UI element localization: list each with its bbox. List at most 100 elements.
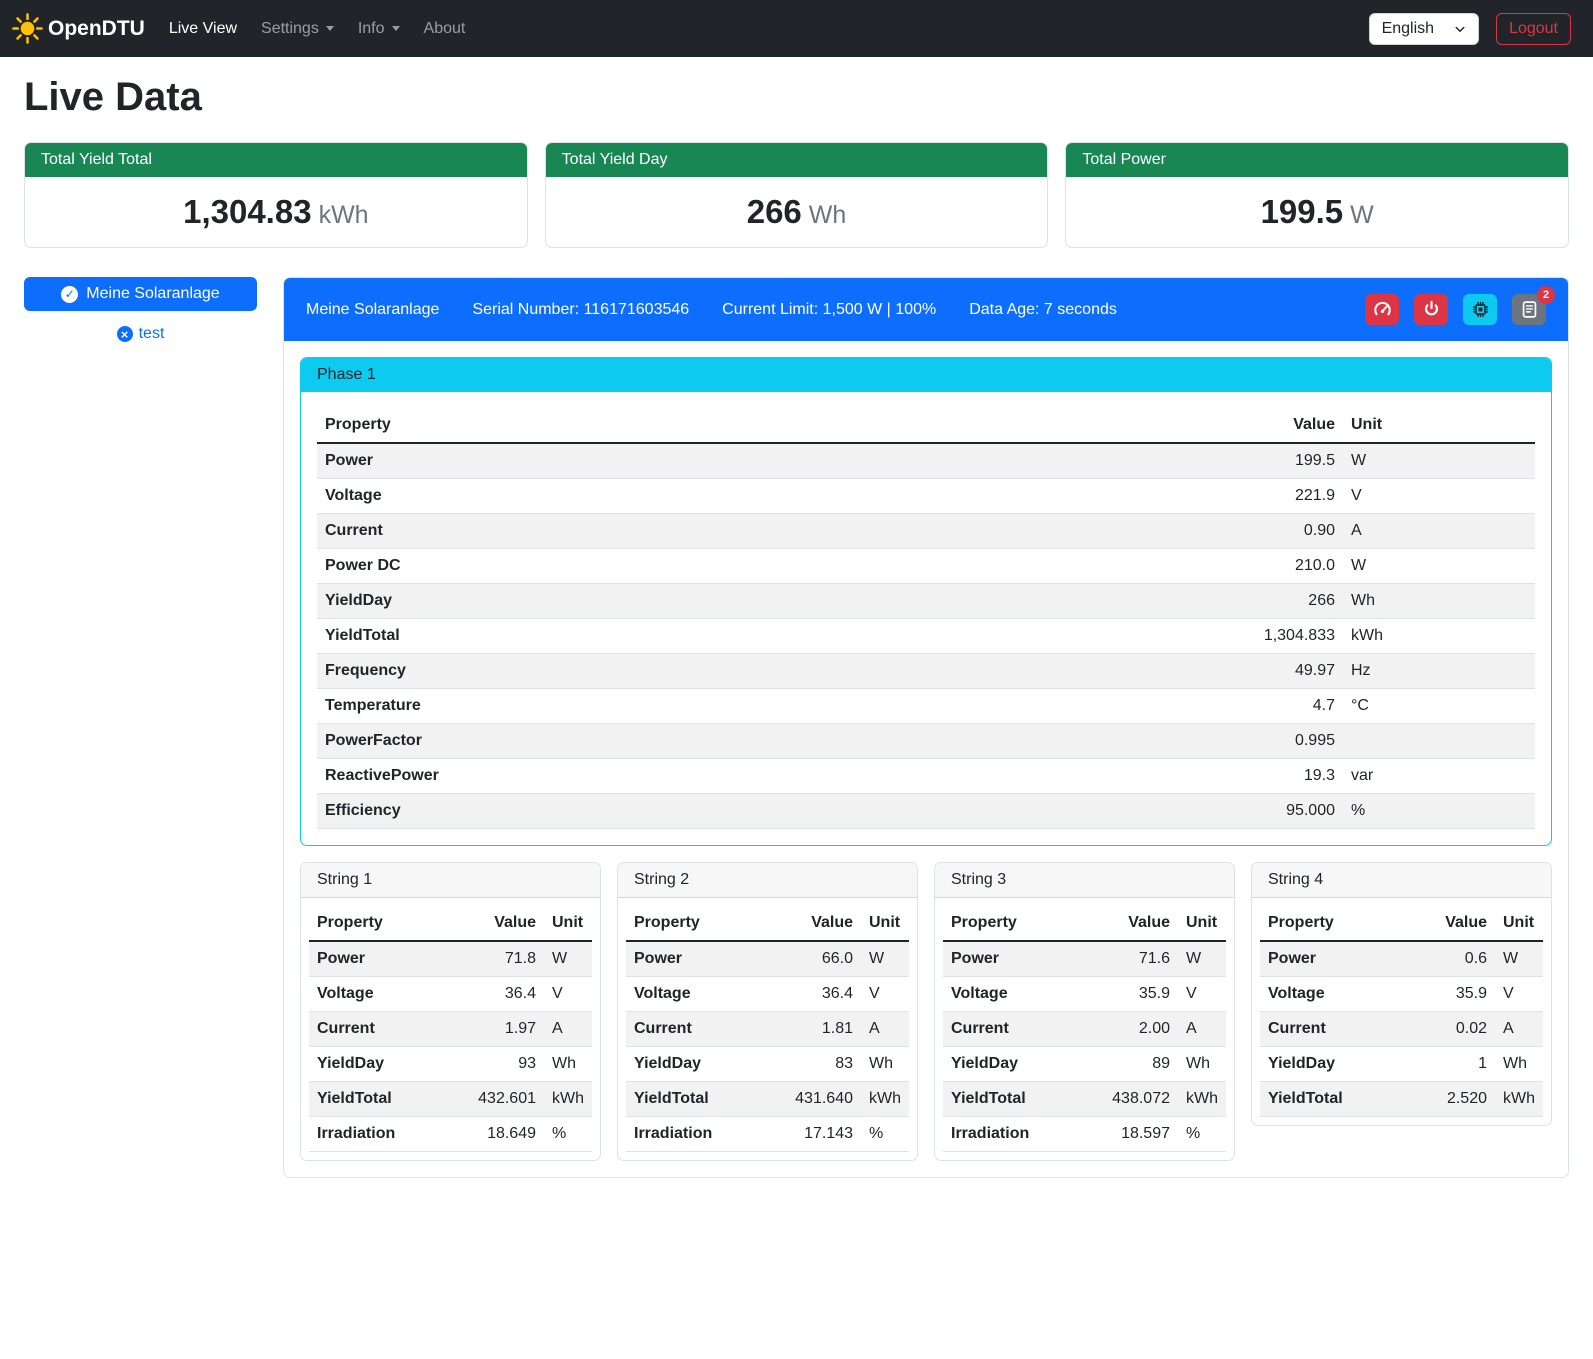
string-table: Property Value Unit Power — [943, 906, 1226, 1152]
row-value: 0.02 — [1404, 1012, 1496, 1047]
string-card-title: String 2 — [618, 863, 917, 898]
row-property: Voltage — [317, 479, 931, 514]
journal-icon — [1520, 300, 1539, 319]
row-unit: W — [1343, 443, 1535, 479]
inverter-current-limit: Current Limit: 1,500 W | 100% — [722, 301, 936, 319]
string-table: Property Value Unit Power — [309, 906, 592, 1152]
row-value: 93 — [441, 1047, 544, 1082]
table-row: Voltage 36.4 V — [309, 977, 592, 1012]
row-property: Irradiation — [943, 1117, 1075, 1152]
row-unit: kWh — [1178, 1082, 1226, 1117]
row-property: YieldDay — [1260, 1047, 1404, 1082]
row-unit: A — [1343, 514, 1535, 549]
col-property: Property — [626, 906, 758, 941]
row-property: Current — [943, 1012, 1075, 1047]
row-unit: Wh — [1178, 1047, 1226, 1082]
row-value: 18.649 — [441, 1117, 544, 1152]
row-property: YieldDay — [943, 1047, 1075, 1082]
row-property: Irradiation — [626, 1117, 758, 1152]
row-property: PowerFactor — [317, 724, 931, 759]
nav-live-view[interactable]: Live View — [157, 12, 249, 46]
col-unit: Unit — [861, 906, 909, 941]
row-unit: A — [1178, 1012, 1226, 1047]
table-row: Voltage 221.9 V — [317, 479, 1535, 514]
row-value: 266 — [931, 584, 1343, 619]
table-row: YieldDay 83 Wh — [626, 1047, 909, 1082]
logout-button[interactable]: Logout — [1496, 13, 1571, 45]
row-property: Power DC — [317, 549, 931, 584]
row-value: 83 — [758, 1047, 861, 1082]
chevron-down-icon — [392, 26, 400, 31]
table-row: Current 0.02 A — [1260, 1012, 1543, 1047]
row-value: 199.5 — [931, 443, 1343, 479]
col-unit: Unit — [544, 906, 592, 941]
table-row: Power 71.6 W — [943, 941, 1226, 977]
table-header-row: Property Value Unit — [943, 906, 1226, 941]
row-value: 2.520 — [1404, 1082, 1496, 1117]
table-row: YieldDay 266 Wh — [317, 584, 1535, 619]
row-value: 71.6 — [1075, 941, 1178, 977]
test-link[interactable]: × test — [24, 325, 257, 343]
row-unit: kWh — [544, 1082, 592, 1117]
row-unit: Wh — [1495, 1047, 1543, 1082]
row-property: Current — [317, 514, 931, 549]
row-value: 0.995 — [931, 724, 1343, 759]
language-select[interactable]: English — [1369, 13, 1479, 45]
brand-link[interactable]: OpenDTU — [12, 13, 145, 44]
phase-title: Phase 1 — [301, 358, 1551, 392]
row-value: 0.6 — [1404, 941, 1496, 977]
string-card-3: String 3 Property Value Unit — [934, 862, 1235, 1161]
string-table-body: Power 0.6 W Voltage 35.9 V — [1260, 941, 1543, 1117]
col-value: Value — [758, 906, 861, 941]
nav-info-label: Info — [358, 20, 385, 38]
limit-settings-button[interactable] — [1365, 294, 1399, 325]
table-row: Efficiency 95.000 % — [317, 794, 1535, 829]
row-property: YieldTotal — [317, 619, 931, 654]
row-unit: W — [1178, 941, 1226, 977]
table-header-row: Property Value Unit — [309, 906, 592, 941]
table-row: YieldDay 1 Wh — [1260, 1047, 1543, 1082]
inverter-select-button[interactable]: ✓ Meine Solaranlage — [24, 277, 257, 311]
event-log-button[interactable]: 2 — [1512, 294, 1546, 325]
inverter-sidebar: ✓ Meine Solaranlage × test — [24, 277, 257, 343]
table-row: Voltage 36.4 V — [626, 977, 909, 1012]
row-unit: A — [544, 1012, 592, 1047]
row-unit: V — [1343, 479, 1535, 514]
row-value: 1.97 — [441, 1012, 544, 1047]
string-card-4: String 4 Property Value Unit — [1251, 862, 1552, 1126]
table-row: Power DC 210.0 W — [317, 549, 1535, 584]
table-row: Irradiation 18.597 % — [943, 1117, 1226, 1152]
nav-about[interactable]: About — [412, 12, 478, 46]
nav-settings-label: Settings — [261, 20, 319, 38]
table-row: Irradiation 18.649 % — [309, 1117, 592, 1152]
col-value: Value — [1075, 906, 1178, 941]
table-row: Voltage 35.9 V — [1260, 977, 1543, 1012]
device-info-button[interactable] — [1463, 294, 1497, 325]
col-property: Property — [309, 906, 441, 941]
power-button[interactable] — [1414, 294, 1448, 325]
row-property: Irradiation — [309, 1117, 441, 1152]
summary-card-title: Total Yield Day — [546, 143, 1048, 177]
row-value: 71.8 — [441, 941, 544, 977]
inverter-action-buttons: 2 — [1365, 294, 1546, 325]
row-property: Voltage — [309, 977, 441, 1012]
inverter-body: Phase 1 Property Value Unit — [284, 341, 1568, 1177]
table-row: Frequency 49.97 Hz — [317, 654, 1535, 689]
table-row: Current 2.00 A — [943, 1012, 1226, 1047]
nav-settings[interactable]: Settings — [249, 12, 346, 46]
top-navbar: OpenDTU Live View Settings Info About En… — [0, 0, 1593, 57]
summary-card-total-power: Total Power 199.5W — [1065, 142, 1569, 248]
string-card-title: String 1 — [301, 863, 600, 898]
string-card-title: String 4 — [1252, 863, 1551, 898]
row-property: Frequency — [317, 654, 931, 689]
col-value: Value — [931, 408, 1343, 443]
row-value: 36.4 — [758, 977, 861, 1012]
row-unit: V — [544, 977, 592, 1012]
nav-info[interactable]: Info — [346, 12, 412, 46]
speedometer-icon — [1373, 300, 1392, 319]
row-unit: W — [861, 941, 909, 977]
row-value: 431.640 — [758, 1082, 861, 1117]
table-row: Temperature 4.7 °C — [317, 689, 1535, 724]
table-row: PowerFactor 0.995 — [317, 724, 1535, 759]
row-property: Temperature — [317, 689, 931, 724]
